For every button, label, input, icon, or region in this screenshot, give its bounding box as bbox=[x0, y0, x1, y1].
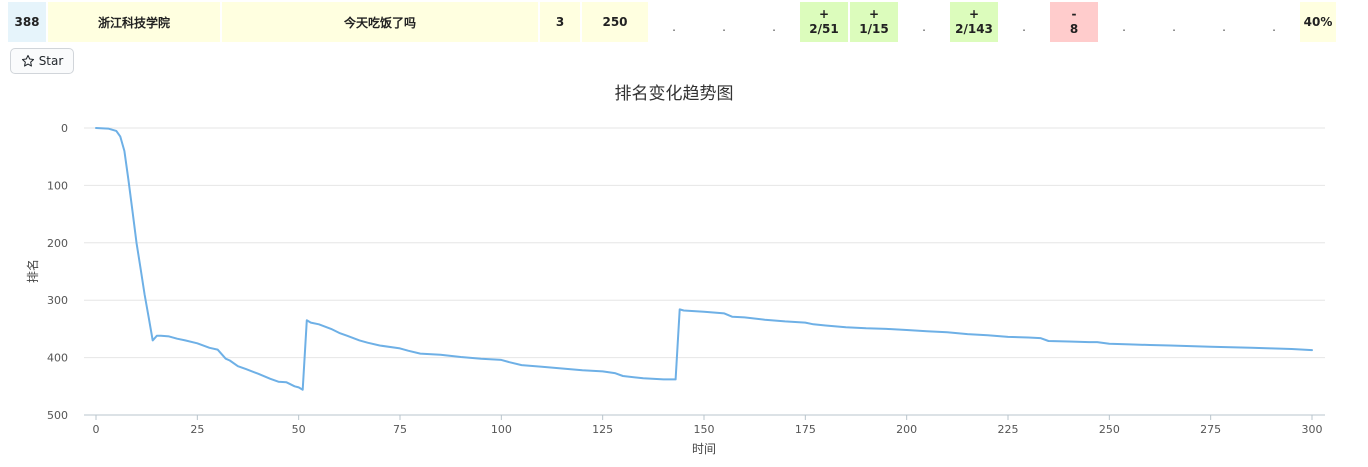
x-tick-label: 200 bbox=[896, 423, 917, 436]
y-tick-label: 0 bbox=[61, 122, 68, 135]
y-tick-label: 400 bbox=[47, 352, 68, 365]
rank-series-line bbox=[95, 127, 1313, 391]
y-tick-label: 200 bbox=[47, 237, 68, 250]
chart-title: 排名变化趋势图 bbox=[615, 84, 734, 104]
y-tick-label: 100 bbox=[47, 179, 68, 192]
x-tick-label: 100 bbox=[491, 423, 512, 436]
x-tick-label: 250 bbox=[1099, 423, 1120, 436]
rank-trend-chart: 排名变化趋势图 0 100 200 300 400 500 0 25 50 75 100 125 150 1… bbox=[25, 84, 1325, 456]
x-tick-label: 50 bbox=[292, 423, 306, 436]
x-tick-label: 0 bbox=[93, 423, 100, 436]
x-tick-label: 75 bbox=[393, 423, 407, 436]
x-tick-label: 25 bbox=[190, 423, 204, 436]
x-tick-label: 300 bbox=[1302, 423, 1323, 436]
x-tick-label: 150 bbox=[694, 423, 715, 436]
x-tick-label: 275 bbox=[1200, 423, 1221, 436]
y-tick-label: 500 bbox=[47, 409, 68, 422]
y-axis-label: 排名 bbox=[25, 259, 40, 283]
x-axis-label: 时间 bbox=[692, 442, 716, 456]
x-tick-label: 125 bbox=[592, 423, 613, 436]
y-tick-label: 300 bbox=[47, 294, 68, 307]
x-tick-label: 225 bbox=[998, 423, 1019, 436]
x-tick-label: 175 bbox=[795, 423, 816, 436]
